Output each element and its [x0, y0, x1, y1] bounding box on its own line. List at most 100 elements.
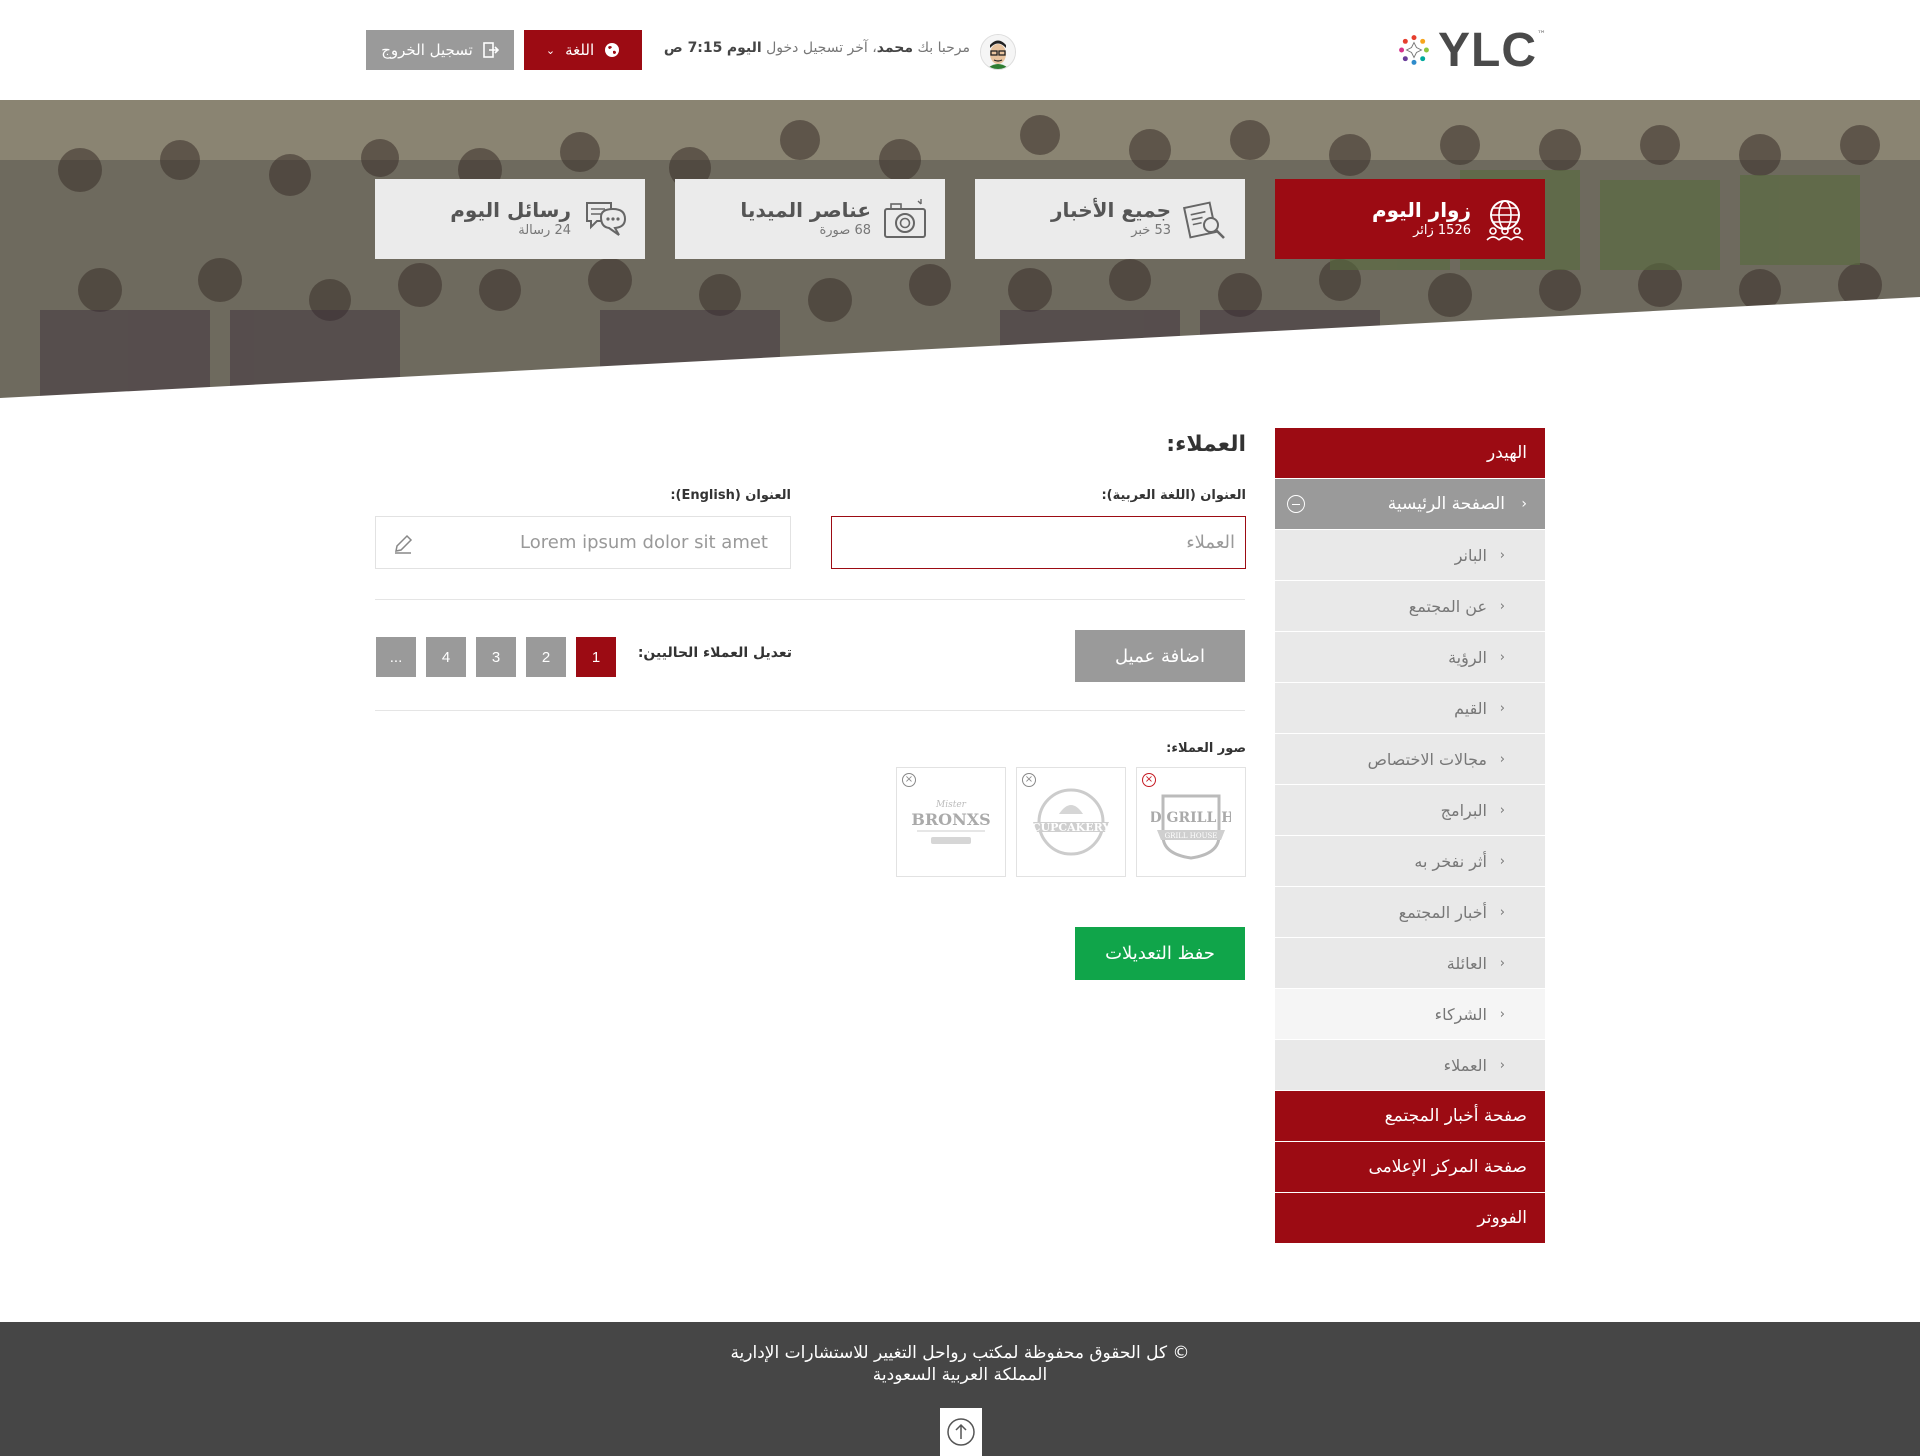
title-en-value: Lorem ipsum dolor sit amet — [520, 532, 768, 553]
sidebar-item-label: أثر نفخر به — [1414, 851, 1487, 871]
remove-icon[interactable]: × — [902, 773, 916, 787]
stat-card-news[interactable]: جميع الأخبار 53 خبر — [975, 179, 1245, 259]
svg-text:GRILL HOUSE: GRILL HOUSE — [1165, 832, 1218, 840]
language-label: اللغة — [565, 41, 595, 59]
sidebar-item-media-page[interactable]: صفحة المركز الإعلامى — [1275, 1142, 1545, 1193]
chevron-left-icon: ‹ — [1499, 547, 1505, 563]
pencil-icon[interactable] — [392, 533, 414, 555]
sidebar-item-label: مجالات الاختصاص — [1367, 749, 1487, 769]
sidebar-item-label: القيم — [1454, 698, 1487, 718]
sidebar-item-label: صفحة المركز الإعلامى — [1368, 1157, 1528, 1177]
last-login-label: ، آخر تسجيل دخول — [766, 40, 877, 56]
sidebar-subitem-programs[interactable]: ‹ البرامج — [1275, 785, 1545, 836]
add-client-button[interactable]: اضافة عميل — [1075, 630, 1245, 682]
stat-subtitle: 68 صورة — [819, 223, 871, 238]
last-login-time: 7:15 ص — [663, 40, 723, 56]
client-thumb-cupcakery[interactable]: × CUPCAKERY — [1016, 767, 1126, 877]
sidebar-item-label: الفووتر — [1477, 1208, 1527, 1228]
stat-card-visitors[interactable]: زوار اليوم 1526 زائر — [1275, 179, 1545, 259]
sidebar-item-header[interactable]: الهيدر — [1275, 428, 1545, 479]
user-avatar-icon — [981, 35, 1015, 69]
chat-bubbles-icon — [586, 202, 627, 236]
client-thumb-bronxs[interactable]: × Mister BRONXS — [896, 767, 1006, 877]
sidebar-item-label: البانر — [1454, 545, 1487, 565]
language-button[interactable]: اللغة ⌄ — [524, 30, 642, 70]
stat-card-media[interactable]: عناصر الميديا 68 صورة — [675, 179, 945, 259]
user-name: محمد — [876, 40, 914, 56]
stat-subtitle: 53 خبر — [1131, 223, 1171, 238]
sidebar-subitem-community-news[interactable]: ‹ أخبار المجتمع — [1275, 887, 1545, 938]
divider — [375, 599, 1245, 600]
chevron-left-icon: ‹ — [1499, 598, 1505, 614]
sidebar-subitem-partners[interactable]: ‹ الشركاء — [1275, 989, 1545, 1040]
sidebar-item-label: الصفحة الرئيسية — [1387, 494, 1505, 514]
ylc-logo[interactable]: YLC ™ — [1396, 22, 1546, 78]
sidebar-item-label: عن المجتمع — [1408, 596, 1487, 616]
sidebar-subitem-vision[interactable]: ‹ الرؤية — [1275, 632, 1545, 683]
chevron-left-icon: ‹ — [1499, 853, 1505, 869]
thumb-label: BRAND GRILL HOUSE — [1151, 810, 1231, 826]
sidebar-subitem-banner[interactable]: ‹ البانر — [1275, 530, 1545, 581]
hero-banner: زوار اليوم 1526 زائر جميع الأخبار 53 خبر… — [0, 100, 1920, 398]
page-button-4[interactable]: 4 — [426, 637, 466, 677]
country-text: المملكة العربية السعودية — [872, 1365, 1048, 1385]
stat-card-messages[interactable]: رسائل اليوم 24 رسالة — [375, 179, 645, 259]
sidebar-item-label: الرؤية — [1448, 647, 1487, 667]
globe-people-icon — [1486, 200, 1524, 241]
sidebar-item-label: العملاء — [1443, 1055, 1487, 1075]
thumb-label: BRONXS — [911, 810, 990, 829]
sidebar-subitem-family[interactable]: ‹ العائلة — [1275, 938, 1545, 989]
sidebar-item-label: البرامج — [1440, 800, 1487, 820]
avatar[interactable] — [980, 34, 1016, 70]
sidebar-item-footer[interactable]: الفووتر — [1275, 1193, 1545, 1244]
sidebar-item-label: الهيدر — [1486, 443, 1527, 463]
footer: © كل الحقوق محفوظة لمكتب رواحل التغيير ل… — [0, 1322, 1920, 1456]
sidebar-subitem-specialties[interactable]: ‹ مجالات الاختصاص — [1275, 734, 1545, 785]
logo-star-icon — [1399, 35, 1429, 65]
group-photo-illustration — [0, 100, 1920, 398]
logo-text: YLC — [1438, 23, 1537, 77]
stat-title: جميع الأخبار — [1051, 198, 1171, 222]
chevron-left-icon: ‹ — [1499, 751, 1505, 767]
sidebar-item-label: الشركاء — [1434, 1004, 1487, 1024]
sidebar-item-home[interactable]: ‹ الصفحة الرئيسية — [1275, 479, 1545, 530]
chevron-down-icon: ⌄ — [545, 43, 556, 57]
collapse-icon[interactable] — [1287, 495, 1305, 513]
page-button-3[interactable]: 3 — [476, 637, 516, 677]
title-en-input[interactable]: Lorem ipsum dolor sit amet — [375, 516, 791, 569]
welcome-text: مرحبا بك محمد، آخر تسجيل دخول اليوم 7:15… — [660, 40, 970, 56]
divider — [375, 710, 1245, 711]
copyright-text: © كل الحقوق محفوظة لمكتب رواحل التغيير ل… — [730, 1343, 1190, 1363]
last-login-day: اليوم — [726, 40, 762, 56]
page-title: العملاء: — [1166, 432, 1246, 457]
edit-clients-label: تعديل العملاء الحاليين: — [637, 645, 792, 661]
client-thumb-brand[interactable]: × BRAND GRILL HOUSE GRILL HOUSE — [1136, 767, 1246, 877]
chevron-left-icon: ‹ — [1499, 1057, 1505, 1073]
sidebar-item-label: أخبار المجتمع — [1398, 902, 1487, 922]
sidebar-subitem-impact[interactable]: ‹ أثر نفخر به — [1275, 836, 1545, 887]
news-search-icon — [1183, 201, 1225, 239]
chevron-left-icon: ‹ — [1499, 904, 1505, 920]
sidebar-subitem-values[interactable]: ‹ القيم — [1275, 683, 1545, 734]
thumb-label: CUPCAKERY — [1032, 821, 1111, 834]
sidebar-item-news-page[interactable]: صفحة أخبار المجتمع — [1275, 1091, 1545, 1142]
chevron-left-icon: ‹ — [1499, 1006, 1505, 1022]
scroll-top-button[interactable] — [940, 1408, 982, 1456]
logo-trademark: ™ — [1537, 30, 1546, 40]
sidebar-item-label: العائلة — [1446, 953, 1487, 973]
page-button-1[interactable]: 1 — [576, 637, 616, 677]
page-button-2[interactable]: 2 — [526, 637, 566, 677]
logout-icon — [482, 42, 499, 58]
logout-button[interactable]: تسجيل الخروج — [366, 30, 514, 70]
title-ar-input[interactable]: العملاء — [831, 516, 1246, 569]
bronxs-logo: Mister BRONXS — [911, 800, 991, 844]
page-button-more[interactable]: ... — [376, 637, 416, 677]
cupcakery-logo: CUPCAKERY — [1032, 788, 1111, 856]
remove-icon[interactable]: × — [1142, 773, 1156, 787]
stat-title: عناصر الميديا — [740, 198, 871, 222]
save-changes-button[interactable]: حفظ التعديلات — [1075, 927, 1245, 980]
hero-photo — [0, 100, 1920, 398]
sidebar-subitem-clients[interactable]: ‹ العملاء — [1275, 1040, 1545, 1091]
sidebar-subitem-about[interactable]: ‹ عن المجتمع — [1275, 581, 1545, 632]
remove-icon[interactable]: × — [1022, 773, 1036, 787]
